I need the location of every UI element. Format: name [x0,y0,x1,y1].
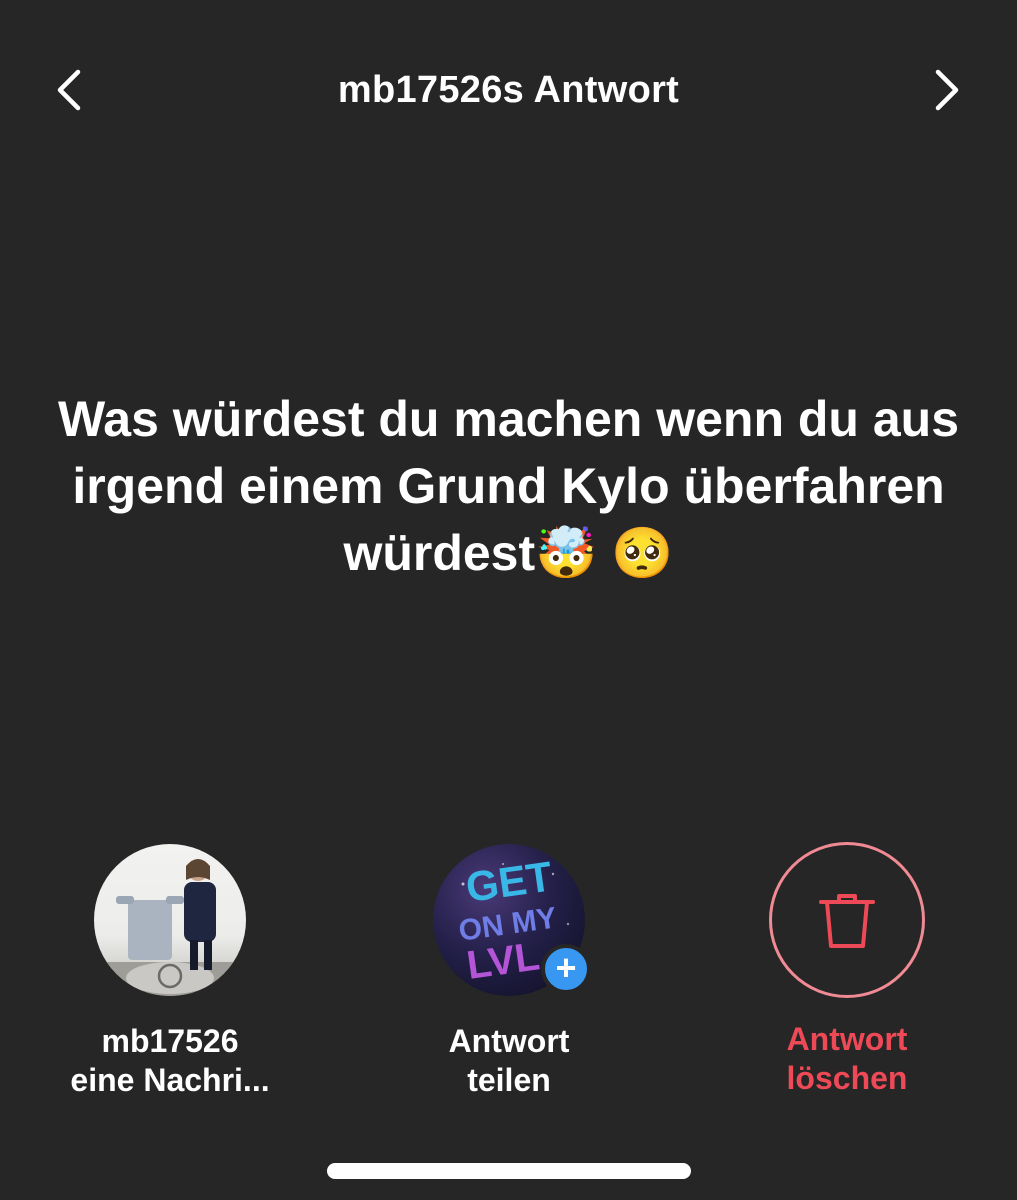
avatar-text-line3: LVL [464,934,542,988]
send-message-label: mb17526 eine Nachri... [70,1023,270,1098]
share-answer-label: Antwort teilen [448,1023,570,1098]
forward-button[interactable] [920,62,976,118]
home-indicator[interactable] [327,1163,691,1179]
back-button[interactable] [40,62,96,118]
delete-answer-label: Antwort löschen [786,1021,908,1096]
avatar-text-line1: GET [463,852,555,911]
question-text: Was würdest du machen wenn du aus irgend… [57,391,960,581]
chevron-left-icon [57,69,81,111]
delete-answer-button[interactable]: Antwort löschen [707,842,987,1098]
trash-icon [819,894,875,948]
share-answer-button[interactable]: GET ON MY LVL + Antwort teilen [369,842,649,1100]
chevron-right-icon [935,69,959,111]
add-icon: + [541,944,591,994]
send-message-button[interactable]: mb17526 eine Nachri... [30,842,310,1100]
profile-avatar [94,844,246,996]
profile-photo-illustration [94,859,246,996]
page-title: mb17526s Antwort [337,69,680,111]
delete-ring [769,842,925,998]
